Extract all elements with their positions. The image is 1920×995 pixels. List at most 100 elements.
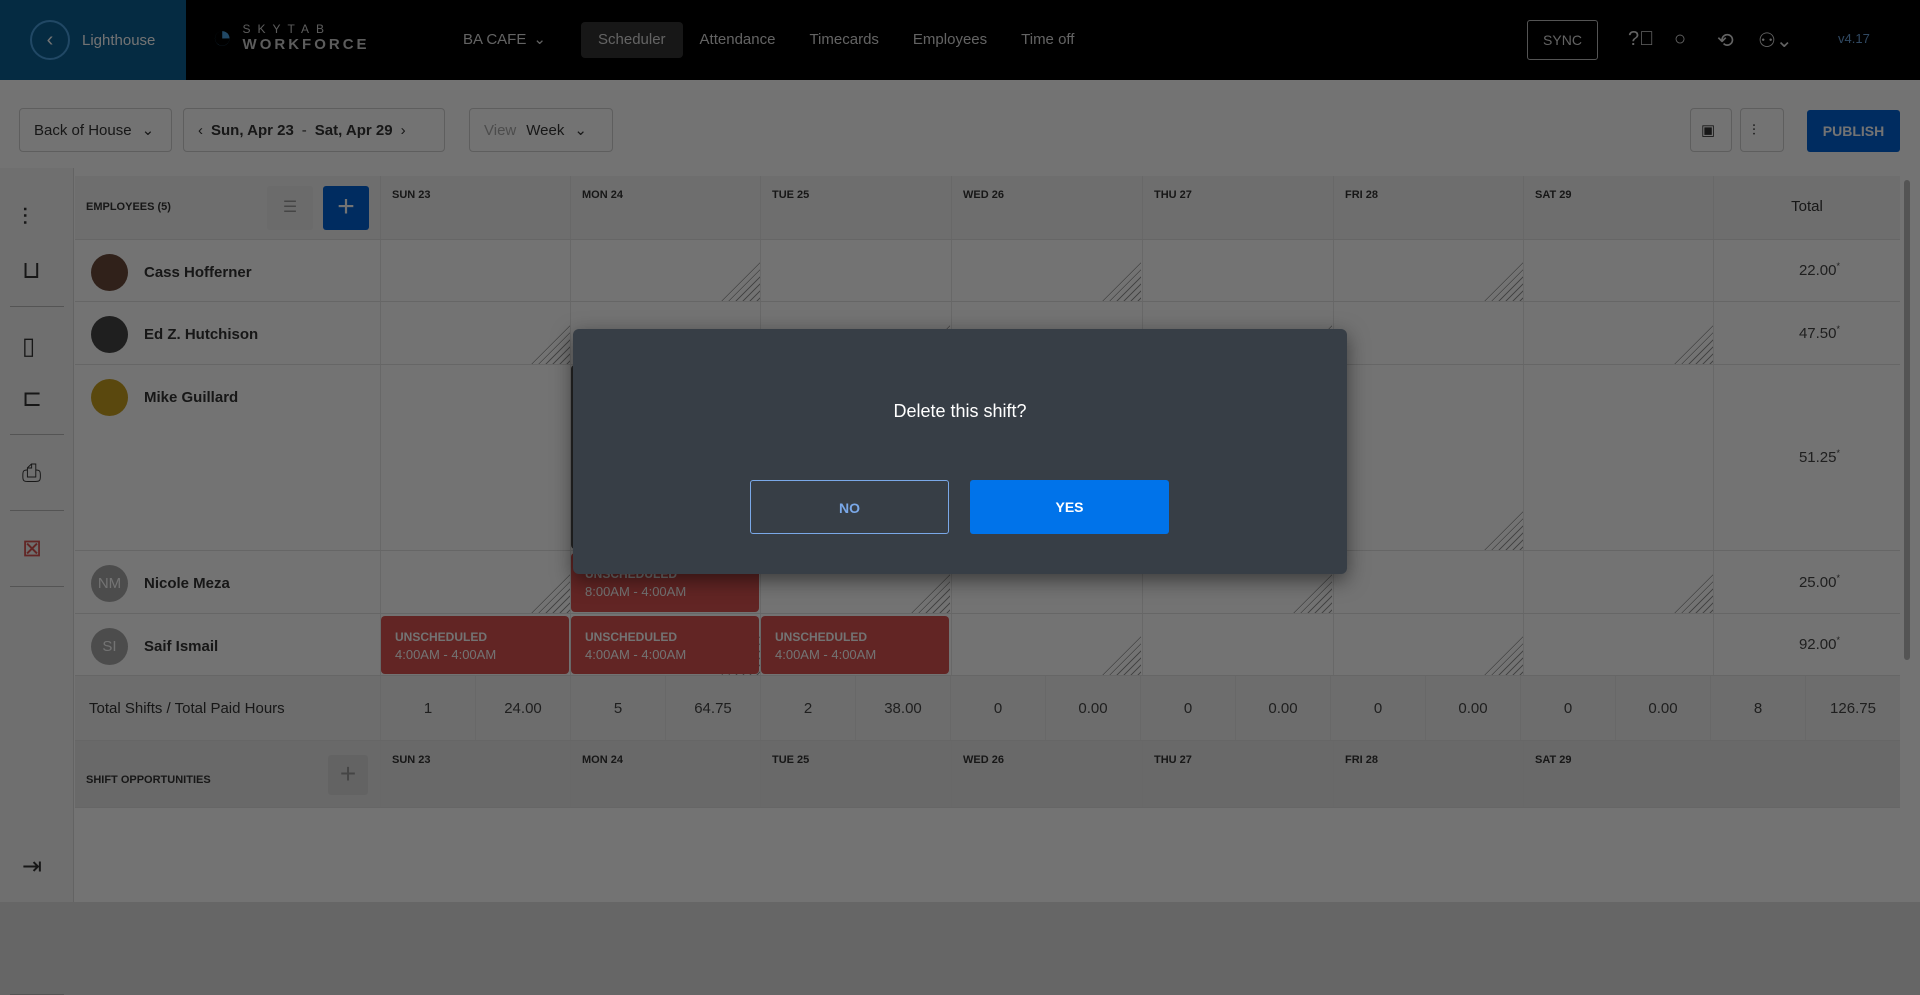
- cost-button[interactable]: ▣: [1690, 108, 1732, 152]
- user-menu-icon[interactable]: ⚇⌄: [1758, 28, 1793, 53]
- nav-scheduler[interactable]: Scheduler: [581, 22, 683, 58]
- day-cell[interactable]: [380, 302, 570, 364]
- inbox-icon[interactable]: ⊔: [22, 256, 41, 285]
- sort-button[interactable]: ☰: [267, 186, 313, 230]
- employee[interactable]: Ed Z. Hutchison: [91, 316, 258, 353]
- opportunity-day-header: MON 24: [570, 741, 760, 807]
- divider: [10, 434, 64, 435]
- opportunity-day-header: SAT 29: [1523, 741, 1713, 807]
- clock-icon: ◔: [212, 18, 233, 56]
- yes-button[interactable]: YES: [970, 480, 1169, 534]
- employees-header: EMPLOYEES (5): [86, 201, 171, 213]
- day-cell[interactable]: [380, 551, 570, 613]
- nav-time-off[interactable]: Time off: [1004, 22, 1091, 58]
- left-sidebar: ⫶ ⊔ ▯ ⊏ ⎙ ⊠ ⇥: [0, 168, 74, 995]
- day-cell[interactable]: [760, 240, 950, 301]
- print-icon[interactable]: ⎙: [22, 460, 41, 488]
- dialog-question: Delete this shift?: [893, 401, 1027, 421]
- avatar: SI: [91, 628, 128, 665]
- next-week-icon[interactable]: ›: [401, 122, 406, 139]
- total-value: 2: [760, 676, 855, 740]
- asterisk: *: [1836, 323, 1840, 334]
- publish-button[interactable]: PUBLISH: [1807, 110, 1900, 152]
- expand-sidebar-icon[interactable]: ⇥: [22, 852, 42, 881]
- filter-button[interactable]: ⫶: [1740, 108, 1784, 152]
- day-header: MON 24: [570, 176, 760, 239]
- scrollbar[interactable]: [1904, 180, 1910, 660]
- range-end: Sat, Apr 29: [314, 121, 393, 139]
- nav-employees[interactable]: Employees: [896, 22, 1004, 58]
- divider: [10, 586, 64, 587]
- save-icon[interactable]: ▯: [22, 332, 35, 361]
- day-cell[interactable]: [1333, 302, 1523, 364]
- folder-open-icon[interactable]: ⊏: [22, 384, 42, 413]
- department-dropdown[interactable]: Back of House ⌄: [19, 108, 172, 152]
- shift-label: UNSCHEDULED: [775, 630, 868, 644]
- day-cell[interactable]: [1333, 551, 1523, 613]
- total-value: 0: [950, 676, 1045, 740]
- help-icon[interactable]: ?⃝: [1628, 28, 1654, 51]
- divider: [10, 306, 64, 307]
- day-header: THU 27: [1142, 176, 1332, 239]
- total-value: 0: [1140, 676, 1235, 740]
- delete-schedule-icon[interactable]: ⊠: [22, 534, 42, 563]
- money-icon: ▣: [1701, 122, 1716, 139]
- total-value: 0: [1330, 676, 1425, 740]
- total-value: 8: [1710, 676, 1805, 740]
- date-range-picker[interactable]: ‹ Sun, Apr 23 - Sat, Apr 29 ›: [183, 108, 445, 152]
- asterisk: *: [1836, 635, 1840, 645]
- shift-time: 4:00AM - 4:00AM: [585, 647, 687, 662]
- day-cell[interactable]: [1333, 240, 1523, 301]
- chat-icon[interactable]: ○: [1674, 28, 1686, 51]
- shift-card[interactable]: UNSCHEDULED 4:00AM - 4:00AM: [571, 616, 759, 674]
- day-cell[interactable]: [1523, 365, 1713, 550]
- hatch-pattern: [1483, 261, 1523, 301]
- day-cell[interactable]: [570, 240, 760, 301]
- day-header: WED 26: [951, 176, 1141, 239]
- employee[interactable]: SI Saif Ismail: [91, 628, 218, 665]
- day-cell[interactable]: [1142, 240, 1332, 301]
- day-cell[interactable]: [1523, 551, 1713, 613]
- employee[interactable]: NM Nicole Meza: [91, 565, 230, 602]
- day-cell[interactable]: [1333, 365, 1523, 550]
- total-value: 0.00: [1615, 676, 1710, 740]
- shift-time: 4:00AM - 4:00AM: [395, 647, 497, 662]
- hatch-pattern: [720, 261, 760, 301]
- day-cell[interactable]: [1523, 614, 1713, 675]
- grid-header-row: EMPLOYEES (5) ☰ + SUN 23 MON 24 TUE 25 WED …: [75, 176, 1900, 240]
- day-cell[interactable]: [380, 240, 570, 301]
- location-dropdown[interactable]: BA CAFE ⌄: [446, 22, 546, 58]
- nav-attendance[interactable]: Attendance: [683, 22, 793, 58]
- nav-timecards[interactable]: Timecards: [792, 22, 895, 58]
- add-employee-button[interactable]: +: [323, 186, 369, 230]
- employee[interactable]: Mike Guillard: [91, 379, 238, 416]
- day-header: SUN 23: [380, 176, 570, 239]
- employee[interactable]: Cass Hofferner: [91, 254, 252, 291]
- add-opportunity-button[interactable]: +: [328, 755, 368, 795]
- day-cell[interactable]: [1333, 614, 1523, 675]
- employee-name: Cass Hofferner: [144, 264, 252, 281]
- sync-button[interactable]: SYNC: [1527, 20, 1598, 60]
- opportunity-day-header: TUE 25: [760, 741, 950, 807]
- shift-card[interactable]: UNSCHEDULED 4:00AM - 4:00AM: [381, 616, 569, 674]
- hatch-pattern: [1101, 261, 1141, 301]
- day-cell[interactable]: [951, 240, 1141, 301]
- lighthouse-back-button[interactable]: ‹ Lighthouse: [0, 0, 186, 80]
- day-cell[interactable]: [1523, 240, 1713, 301]
- view-dropdown[interactable]: View Week ⌄: [469, 108, 613, 152]
- no-button[interactable]: NO: [750, 480, 949, 534]
- shift-card[interactable]: UNSCHEDULED 4:00AM - 4:00AM: [761, 616, 949, 674]
- sliders-icon: ⫶: [1752, 121, 1756, 139]
- shift-label: UNSCHEDULED: [585, 630, 678, 644]
- day-cell[interactable]: [951, 614, 1141, 675]
- employee-name: Mike Guillard: [144, 389, 239, 406]
- prev-week-icon[interactable]: ‹: [198, 122, 203, 139]
- divider: [10, 510, 64, 511]
- day-cell[interactable]: [1523, 302, 1713, 364]
- day-cell[interactable]: [1142, 614, 1332, 675]
- total-value: 24.00: [475, 676, 570, 740]
- sliders-icon[interactable]: ⫶: [22, 204, 28, 232]
- day-cell[interactable]: [380, 365, 570, 550]
- total-value: 0.00: [1235, 676, 1330, 740]
- bell-icon[interactable]: ⟲: [1717, 28, 1734, 53]
